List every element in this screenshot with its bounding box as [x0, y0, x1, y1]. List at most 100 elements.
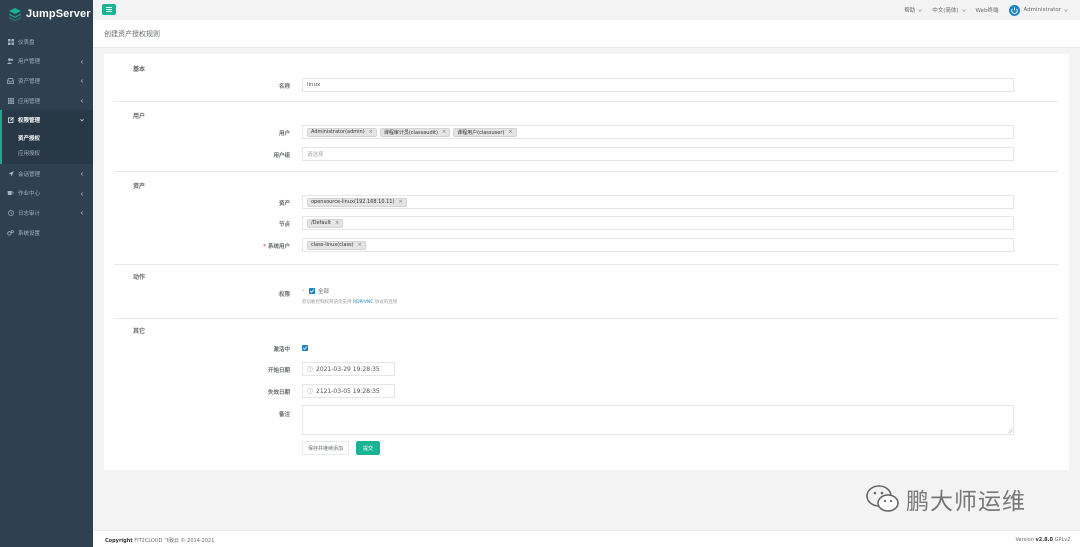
assets-select[interactable]: opensource-linux(192.168.10.11) ×	[302, 195, 1014, 209]
sidebar-toggle-button[interactable]	[102, 4, 116, 15]
resize-handle-icon[interactable]	[1007, 428, 1012, 433]
start-date-value: 2021-03-29 19:28:35	[316, 365, 380, 373]
edit-icon	[7, 117, 14, 124]
end-date-input[interactable]: 2121-03-05 19:28:35	[302, 384, 395, 398]
sidebar-item-label: 会话管理	[18, 171, 41, 178]
help-suffix: 协议的连接	[374, 300, 398, 305]
bars-icon	[106, 7, 112, 12]
footer-version: Version v2.8.0 GPLv2.	[1016, 537, 1072, 543]
watermark-text: 鹏大师运维	[906, 489, 1026, 515]
sidebar-item-jobs[interactable]: 作业中心	[0, 184, 93, 204]
users-icon	[7, 58, 14, 65]
sidebar-item-settings[interactable]: 系统设置	[0, 223, 93, 243]
system-user-tag: class-linux(class) ×	[307, 240, 366, 250]
all-permission-checkbox[interactable]	[309, 288, 315, 294]
users-select[interactable]: Administrator(admin) × 课程审计员(classaudit) ×…	[302, 125, 1014, 139]
permission-options: › 全部	[302, 287, 329, 295]
sidebar-item-audits[interactable]: 日志审计	[0, 203, 93, 223]
footer: Copyright FIT2CLOUD 飞致云 © 2014-2021 Vers…	[93, 530, 1080, 547]
sidebar-item-label: 权限管理	[18, 118, 41, 125]
chevron-down-icon	[80, 119, 84, 122]
page-header: 创建资产授权规则	[93, 20, 1080, 48]
sidebar-item-dashboard[interactable]: 仪表盘	[0, 32, 93, 52]
inbox-icon	[7, 77, 14, 84]
version-number: v2.8.0	[1035, 537, 1054, 543]
node-tag-label: /Default	[311, 220, 331, 226]
language-menu[interactable]: 中文(简体)	[932, 6, 966, 14]
sidebar-item-label: 用户管理	[18, 59, 41, 66]
system-users-select[interactable]: class-linux(class) ×	[302, 238, 1014, 252]
user-name: Administrator	[1023, 7, 1062, 13]
nodes-select[interactable]: /Default ×	[302, 216, 1014, 230]
web-terminal-link[interactable]: Web终端	[976, 6, 999, 14]
start-date-label: 开始日期	[267, 368, 290, 374]
node-tag: /Default ×	[307, 218, 344, 228]
remove-tag-icon[interactable]: ×	[508, 129, 512, 135]
gears-icon	[7, 229, 14, 236]
help-prefix: 剪切板控制权目前仅支持	[302, 300, 352, 305]
user-tag-label: 课程用户(classuser)	[457, 129, 505, 136]
chevron-down-icon	[961, 8, 966, 12]
user-tag: 课程审计员(classaudit) ×	[379, 127, 451, 137]
user-tag: 课程用户(classuser) ×	[453, 127, 517, 137]
save-and-continue-button[interactable]: 保存并继续添加	[302, 441, 350, 455]
remove-tag-icon[interactable]: ×	[335, 220, 339, 226]
jumpserver-logo-icon	[9, 8, 21, 21]
remove-tag-icon[interactable]: ×	[442, 129, 446, 135]
asset-tag-label: opensource-linux(192.168.10.11)	[311, 199, 395, 205]
sidebar-item-label: 仪表盘	[18, 39, 35, 46]
divider	[114, 264, 1059, 265]
logo[interactable]: JumpServer	[0, 0, 93, 28]
copyright-label: Copyright	[105, 538, 133, 544]
submit-button[interactable]: 提交	[356, 441, 380, 455]
sidebar-subitem-asset-permission[interactable]: 资产授权	[2, 131, 93, 146]
footer-copyright: Copyright FIT2CLOUD 飞致云 © 2014-2021	[105, 537, 214, 544]
rocket-icon	[7, 170, 14, 177]
active-label: 激活中	[273, 347, 290, 353]
language-label: 中文(简体)	[932, 8, 959, 14]
name-input-value: linux	[307, 82, 321, 88]
asset-tag: opensource-linux(192.168.10.11) ×	[307, 197, 407, 207]
sidebar-item-label: 作业中心	[18, 191, 41, 198]
user-menu[interactable]: Administrator	[1008, 4, 1069, 16]
sidebar-item-users[interactable]: 用户管理	[0, 52, 93, 72]
chevron-left-icon	[80, 191, 84, 196]
sidebar-item-applications[interactable]: 应用管理	[0, 91, 93, 111]
sidebar-subitem-app-permission[interactable]: 应用授权	[2, 145, 93, 160]
remove-tag-icon[interactable]: ×	[358, 242, 362, 248]
assets-label: 资产	[278, 201, 290, 207]
remove-tag-icon[interactable]: ×	[398, 199, 402, 205]
help-menu[interactable]: 帮助	[904, 6, 923, 14]
sidebar-item-permissions[interactable]: 权限管理	[0, 110, 93, 130]
sidebar-item-sessions[interactable]: 会话管理	[0, 164, 93, 184]
chevron-left-icon	[80, 79, 84, 83]
active-checkbox[interactable]	[302, 345, 308, 351]
chevron-left-icon	[80, 59, 84, 64]
user-groups-select[interactable]: 请选择	[302, 147, 1014, 161]
copyright-text: FIT2CLOUD 飞致云 © 2014-2021	[134, 538, 215, 544]
divider	[114, 171, 1059, 172]
license-text: GPLv2.	[1054, 537, 1072, 543]
user-tag-label: Administrator(admin)	[311, 129, 365, 135]
user-groups-label: 用户组	[273, 153, 290, 159]
sidebar-item-label: 资产管理	[18, 78, 41, 85]
help-label: 帮助	[904, 8, 916, 14]
name-input[interactable]: linux	[302, 78, 1014, 92]
clock-icon	[307, 388, 313, 394]
help-protocol: RDP/VNC	[352, 300, 374, 305]
users-label: 用户	[278, 131, 290, 137]
system-user-tag-label: class-linux(class)	[311, 242, 354, 248]
sidebar: JumpServer 仪表盘 用户管理 资产管理 应用管理 权限管理 资产授权	[0, 0, 93, 547]
comment-label: 备注	[278, 412, 290, 418]
end-date-label: 失效日期	[267, 390, 290, 396]
start-date-input[interactable]: 2021-03-29 19:28:35	[302, 362, 395, 376]
name-label: 名称	[278, 84, 290, 90]
comment-textarea[interactable]	[302, 405, 1014, 435]
remove-tag-icon[interactable]: ×	[369, 129, 373, 135]
sidebar-item-assets[interactable]: 资产管理	[0, 71, 93, 91]
permission-help-text: 剪切板控制权目前仅支持 RDP/VNC 协议的连接	[302, 299, 397, 305]
user-avatar-icon	[1008, 4, 1020, 16]
divider	[114, 101, 1059, 102]
page-title: 创建资产授权规则	[104, 30, 160, 38]
expand-arrow-icon[interactable]: ›	[302, 288, 304, 294]
